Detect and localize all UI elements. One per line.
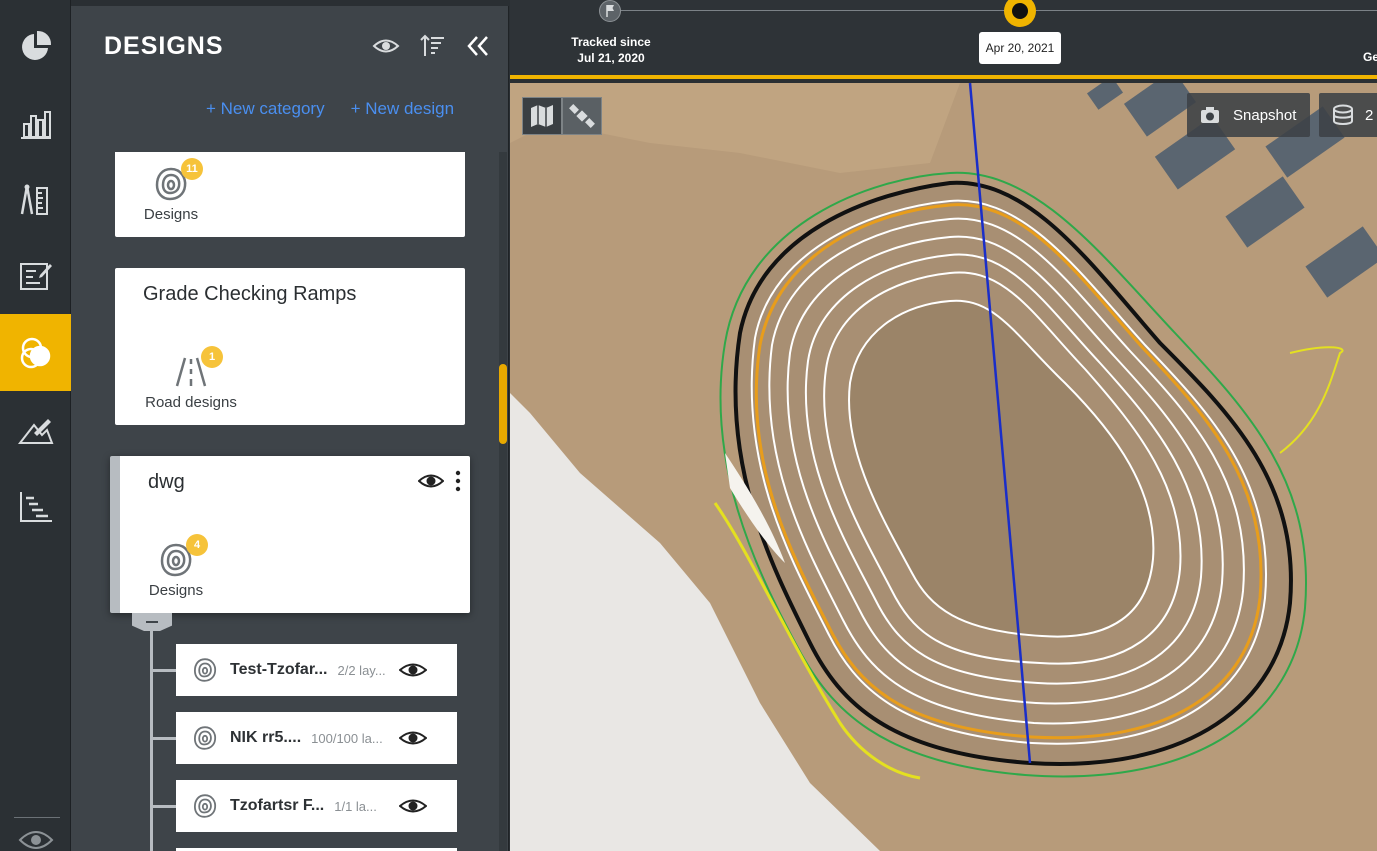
category-item-label: Road designs — [145, 394, 237, 411]
designs-layers-icon — [20, 337, 50, 368]
sort-icon — [420, 34, 444, 56]
design-layer-count: 100/100 la... — [311, 730, 383, 746]
contour-icon — [193, 794, 217, 818]
count-badge: 1 — [201, 346, 223, 368]
category-title: Grade Checking Ramps — [143, 283, 357, 305]
design-row[interactable]: NIK rr5.... 100/100 la... — [176, 712, 457, 764]
timeline-current-marker[interactable] — [1004, 0, 1036, 27]
contour-icon — [193, 658, 217, 682]
contour-icon — [193, 726, 217, 750]
category-title: dwg — [148, 471, 185, 493]
satellite-icon — [569, 104, 595, 128]
rail-item-measure[interactable] — [0, 165, 71, 235]
design-row[interactable]: Test-Tzofar... 2/2 lay... — [176, 644, 457, 696]
timeline-bar: Tracked since Jul 21, 2020 Apr 20, 2021 … — [510, 0, 1377, 79]
category-item-designs[interactable]: 4 Designs — [148, 534, 208, 599]
gantt-chart-icon — [19, 492, 52, 522]
site-map[interactable] — [510, 83, 1377, 851]
eye-icon — [18, 831, 53, 849]
flag-icon — [606, 5, 614, 17]
basemap-toggle — [522, 97, 602, 135]
terrain-icon — [17, 419, 53, 444]
tree-branch — [152, 805, 176, 808]
count-badge: 4 — [186, 534, 208, 556]
snapshot-label: Snapshot — [1233, 106, 1297, 124]
design-row[interactable]: Tzofartsr F... 1/1 la... — [176, 780, 457, 832]
rail-item-statistics[interactable] — [0, 89, 71, 159]
eye-icon — [372, 39, 400, 53]
design-name: NIK rr5.... — [230, 729, 302, 746]
map-icon — [531, 105, 553, 127]
bar-chart-icon — [20, 111, 51, 139]
sort-button[interactable] — [418, 32, 446, 60]
pie-chart-icon — [21, 30, 51, 60]
category-item-icon-wrap: 11 — [153, 158, 203, 202]
map-view[interactable]: Snapshot 2 — [510, 83, 1377, 851]
icon-rail — [0, 0, 83, 851]
eye-icon[interactable] — [399, 657, 427, 683]
current-date-label: Apr 20, 2021 — [979, 32, 1061, 64]
category-actions — [418, 468, 462, 494]
eye-icon[interactable] — [399, 793, 427, 819]
rail-item-reports[interactable] — [0, 241, 71, 311]
category-item-icon-wrap: 1 — [173, 346, 223, 390]
design-layer-count: 2/2 lay... — [337, 662, 386, 678]
rail-item-visibility[interactable] — [0, 820, 71, 851]
category-item-label: Designs — [148, 582, 204, 599]
camera-icon — [1201, 107, 1219, 123]
design-name: Tzofartsr F... — [230, 797, 325, 814]
category-item-icon-wrap: 4 — [158, 534, 208, 578]
category-item-designs[interactable]: 11 Designs — [143, 158, 203, 223]
eye-icon[interactable] — [399, 725, 427, 751]
collapse-tree-button[interactable] — [132, 613, 172, 631]
rail-item-schedule[interactable] — [0, 472, 71, 542]
tree-connector — [150, 630, 153, 851]
category-item-label: Designs — [143, 206, 199, 223]
app: DESIGNS + New category + New design 11 D… — [0, 0, 1377, 851]
new-design-link[interactable]: + New design — [351, 99, 454, 119]
timeline-start-marker[interactable] — [599, 0, 621, 22]
panel-title: DESIGNS — [104, 32, 224, 60]
panel-toolbar — [372, 32, 492, 60]
double-chevron-left-icon — [467, 36, 488, 56]
timeline-next-label: Ge — [1363, 50, 1377, 64]
view-3d-label: 2 — [1365, 106, 1374, 124]
categories-list: 11 Designs Grade Checking Ramps 1 Road d… — [71, 152, 509, 851]
satellite-view-button[interactable] — [562, 97, 602, 135]
category-card[interactable]: Grade Checking Ramps 1 Road designs — [115, 268, 465, 425]
new-category-link[interactable]: + New category — [206, 99, 325, 119]
design-name: Test-Tzofar... — [230, 661, 328, 678]
report-icon — [19, 263, 52, 290]
measure-tools-icon — [20, 184, 48, 215]
eye-icon[interactable] — [418, 468, 444, 494]
design-layer-count: 1/1 la... — [334, 798, 377, 814]
tracked-since-label: Tracked since — [571, 35, 651, 49]
rail-divider — [14, 817, 60, 818]
tracked-since: Tracked since Jul 21, 2020 — [562, 34, 660, 66]
panel-scrollbar[interactable] — [499, 152, 507, 851]
scrollbar-thumb[interactable] — [499, 364, 507, 444]
map-view-button[interactable] — [522, 97, 562, 135]
kebab-menu-icon[interactable] — [454, 468, 462, 494]
rail-item-dashboard[interactable] — [0, 11, 71, 81]
rail-item-terrain[interactable] — [0, 396, 71, 466]
panel-actions: + New category + New design — [206, 99, 454, 119]
snapshot-button[interactable]: Snapshot — [1187, 93, 1311, 137]
tree-branch — [152, 669, 176, 672]
cylinder-icon — [1333, 104, 1353, 125]
count-badge: 11 — [181, 158, 203, 180]
category-item-road-designs[interactable]: 1 Road designs — [143, 346, 239, 411]
category-card[interactable]: 11 Designs — [115, 152, 465, 237]
collapse-panel-button[interactable] — [464, 32, 492, 60]
timeline-track — [610, 10, 1377, 11]
designs-panel: DESIGNS + New category + New design 11 D… — [71, 6, 509, 851]
category-card-selected[interactable]: dwg 4 Designs — [110, 456, 470, 613]
view-3d-button[interactable]: 2 — [1319, 93, 1377, 137]
rail-item-designs[interactable] — [0, 314, 83, 391]
tracked-since-date: Jul 21, 2020 — [577, 51, 645, 65]
toggle-visibility-button[interactable] — [372, 32, 400, 60]
tree-branch — [152, 737, 176, 740]
